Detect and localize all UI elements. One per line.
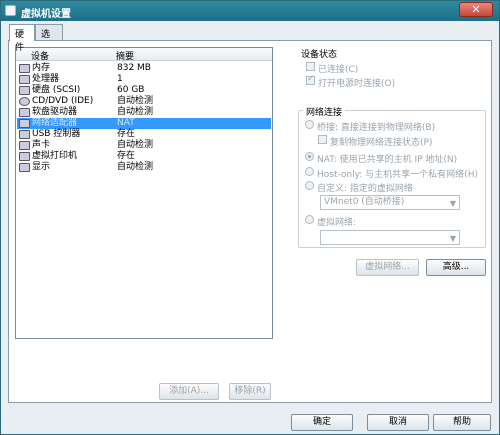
device-name: CD/DVD (IDE)	[32, 96, 94, 106]
device-name: USB 控制器	[32, 129, 81, 139]
bridged-label: 桥接: 直接连接到物理网络(B)	[317, 123, 436, 133]
host-only-label: Host-only: 与主机共享一个私有网络(H)	[317, 170, 478, 180]
sound-card-icon	[19, 141, 30, 150]
device-row-floppy[interactable]: 软盘驱动器 自动检测	[17, 107, 271, 118]
remove-button[interactable]: 移除(R)	[229, 383, 271, 400]
device-name: 虚拟打印机	[32, 151, 78, 161]
processor-icon	[19, 75, 30, 84]
device-name: 软盘驱动器	[32, 107, 78, 117]
column-summary[interactable]: 摘要	[116, 49, 134, 62]
lan-segment-label: 虚拟网络:	[317, 218, 357, 228]
replicate-state-checkbox[interactable]	[318, 135, 327, 144]
device-name: 显示	[32, 162, 51, 172]
device-row-processor[interactable]: 处理器 1	[17, 74, 271, 85]
device-summary: NAT	[117, 118, 135, 128]
device-row-memory[interactable]: 内存 832 MB	[17, 63, 271, 74]
device-summary: 存在	[117, 129, 136, 139]
usb-icon	[19, 130, 30, 139]
hard-disk-icon	[19, 86, 30, 95]
bridged-radio[interactable]	[305, 120, 314, 129]
nat-radio[interactable]	[305, 152, 314, 161]
device-row-display[interactable]: 显示 自动检测	[17, 162, 271, 173]
column-device[interactable]: 设备	[31, 49, 49, 62]
device-summary: 自动检测	[117, 140, 154, 150]
cd-dvd-icon	[19, 97, 30, 106]
custom-radio[interactable]	[305, 181, 314, 190]
network-connection-title: 网络连接	[303, 105, 346, 118]
floppy-icon	[19, 108, 30, 117]
custom-label: 自定义: 指定的虚拟网络	[317, 184, 413, 194]
lan-segment-radio[interactable]	[305, 215, 314, 224]
chevron-down-icon: ▼	[449, 199, 456, 208]
connect-at-power-on-label: 打开电源时连接(O)	[318, 79, 396, 89]
device-summary: 832 MB	[117, 63, 151, 73]
device-summary: 自动检测	[117, 107, 154, 117]
device-row-hard-disk[interactable]: 硬盘 (SCSI) 60 GB	[17, 85, 271, 96]
hardware-panel: 设备 摘要 内存 832 MB 处理器 1 硬盘 (SCSI) 60 GB CD…	[8, 40, 492, 403]
device-summary: 1	[117, 74, 123, 84]
device-name: 硬盘 (SCSI)	[32, 85, 81, 95]
connected-checkbox[interactable]	[306, 62, 315, 71]
device-summary: 存在	[117, 151, 136, 161]
device-row-network-adapter[interactable]: 网络适配器 NAT	[17, 118, 271, 129]
device-name: 声卡	[32, 140, 51, 150]
network-adapter-icon	[19, 119, 30, 128]
replicate-state-label: 复制物理网络连接状态(P)	[330, 138, 433, 148]
device-row-printer[interactable]: 虚拟打印机 存在	[17, 151, 271, 162]
ok-button[interactable]: 确定	[291, 414, 353, 431]
device-list: 设备 摘要 内存 832 MB 处理器 1 硬盘 (SCSI) 60 GB CD…	[15, 47, 273, 339]
nat-label: NAT: 使用已共享的主机 IP 地址(N)	[317, 155, 458, 165]
virtual-network-button[interactable]: 虚拟网络...	[356, 259, 419, 276]
display-icon	[19, 163, 30, 172]
tab-hardware[interactable]: 硬件	[9, 24, 35, 53]
connected-label: 已连接(C)	[318, 65, 359, 75]
device-row-sound-card[interactable]: 声卡 自动检测	[17, 140, 271, 151]
cancel-button[interactable]: 取消	[367, 414, 429, 431]
device-name: 网络适配器	[32, 118, 78, 128]
printer-icon	[19, 152, 30, 161]
device-summary: 自动检测	[117, 162, 154, 172]
custom-network-value: VMnet0 (自动桥接)	[324, 197, 405, 207]
app-icon	[5, 5, 16, 16]
device-row-cd-dvd[interactable]: CD/DVD (IDE) 自动检测	[17, 96, 271, 107]
help-button[interactable]: 帮助	[433, 414, 491, 431]
connect-at-power-on-checkbox[interactable]	[306, 74, 315, 85]
tab-options[interactable]: 选项	[35, 24, 63, 53]
device-name: 内存	[32, 63, 51, 73]
custom-network-select[interactable]: VMnet0 (自动桥接) ▼	[320, 195, 460, 210]
device-summary: 自动检测	[117, 96, 154, 106]
device-summary: 60 GB	[117, 85, 145, 95]
chevron-down-icon: ▼	[449, 234, 456, 243]
title-bar: 虚拟机设置 ✕	[1, 1, 499, 21]
memory-icon	[19, 64, 30, 73]
settings-window: 虚拟机设置 ✕ 硬件 选项 设备 摘要 内存 832 MB 处理器 1	[0, 0, 500, 435]
device-status-title: 设备状态	[301, 50, 338, 60]
host-only-radio[interactable]	[305, 167, 314, 176]
lan-segment-select[interactable]: ▼	[320, 230, 460, 245]
device-name: 处理器	[32, 74, 60, 84]
list-header: 设备 摘要	[16, 48, 272, 62]
close-icon[interactable]: ✕	[459, 2, 493, 17]
advanced-button[interactable]: 高级...	[426, 259, 486, 276]
add-button[interactable]: 添加(A)...	[159, 383, 219, 400]
device-row-usb[interactable]: USB 控制器 存在	[17, 129, 271, 140]
window-title: 虚拟机设置	[21, 9, 71, 20]
